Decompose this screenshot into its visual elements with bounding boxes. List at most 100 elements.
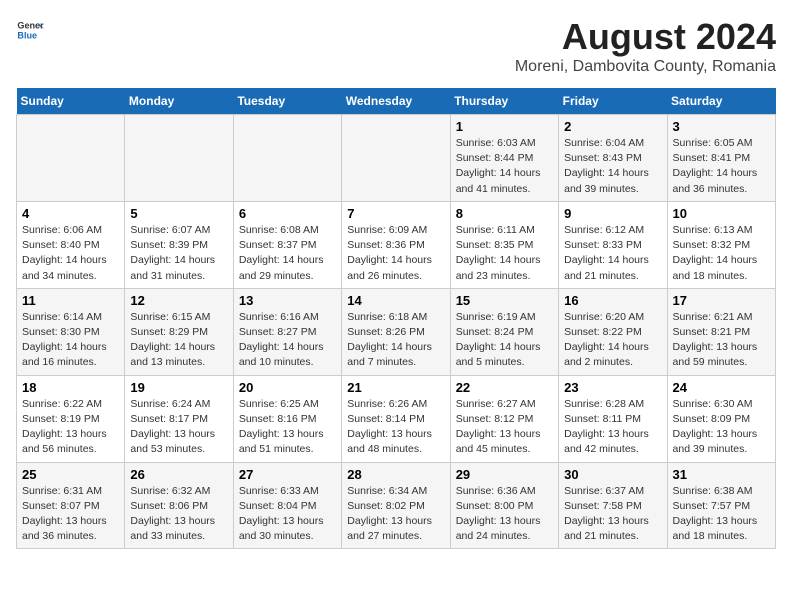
- day-info: Sunrise: 6:15 AM Sunset: 8:29 PM Dayligh…: [130, 310, 227, 371]
- calendar-cell: 31 Sunrise: 6:38 AM Sunset: 7:57 PM Dayli…: [667, 462, 775, 549]
- day-info: Sunrise: 6:04 AM Sunset: 8:43 PM Dayligh…: [564, 136, 661, 197]
- day-number: 2: [564, 119, 661, 134]
- week-row-2: 4 Sunrise: 6:06 AM Sunset: 8:40 PM Daylig…: [17, 201, 776, 288]
- day-info: Sunrise: 6:22 AM Sunset: 8:19 PM Dayligh…: [22, 397, 119, 458]
- calendar-cell: 29 Sunrise: 6:36 AM Sunset: 8:00 PM Dayli…: [450, 462, 558, 549]
- week-row-1: 1 Sunrise: 6:03 AM Sunset: 8:44 PM Daylig…: [17, 115, 776, 202]
- calendar-cell: 2 Sunrise: 6:04 AM Sunset: 8:43 PM Daylig…: [559, 115, 667, 202]
- day-number: 8: [456, 206, 553, 221]
- day-number: 3: [673, 119, 770, 134]
- calendar-cell: 7 Sunrise: 6:09 AM Sunset: 8:36 PM Daylig…: [342, 201, 450, 288]
- day-number: 16: [564, 293, 661, 308]
- calendar-cell: 27Sunrise: 6:33 AM Sunset: 8:04 PM Dayli…: [233, 462, 341, 549]
- day-number: 6: [239, 206, 336, 221]
- day-number: 30: [564, 467, 661, 482]
- calendar-cell: 20 Sunrise: 6:25 AM Sunset: 8:16 PM Dayli…: [233, 375, 341, 462]
- day-number: 1: [456, 119, 553, 134]
- calendar-cell: 30 Sunrise: 6:37 AM Sunset: 7:58 PM Dayli…: [559, 462, 667, 549]
- weekday-header-wednesday: Wednesday: [342, 88, 450, 115]
- calendar-cell: [342, 115, 450, 202]
- calendar-cell: 26Sunrise: 6:32 AM Sunset: 8:06 PM Dayli…: [125, 462, 233, 549]
- day-info: Sunrise: 6:28 AM Sunset: 8:11 PM Dayligh…: [564, 397, 661, 458]
- calendar-cell: 19Sunrise: 6:24 AM Sunset: 8:17 PM Dayli…: [125, 375, 233, 462]
- calendar-cell: 12 Sunrise: 6:15 AM Sunset: 8:29 PM Dayli…: [125, 288, 233, 375]
- day-info: Sunrise: 6:07 AM Sunset: 8:39 PM Dayligh…: [130, 223, 227, 284]
- day-number: 18: [22, 380, 119, 395]
- calendar-table: SundayMondayTuesdayWednesdayThursdayFrid…: [16, 88, 776, 549]
- day-info: Sunrise: 6:08 AM Sunset: 8:37 PM Dayligh…: [239, 223, 336, 284]
- calendar-cell: 16 Sunrise: 6:20 AM Sunset: 8:22 PM Dayli…: [559, 288, 667, 375]
- calendar-cell: 13Sunrise: 6:16 AM Sunset: 8:27 PM Dayli…: [233, 288, 341, 375]
- weekday-header-row: SundayMondayTuesdayWednesdayThursdayFrid…: [17, 88, 776, 115]
- day-info: Sunrise: 6:34 AM Sunset: 8:02 PM Dayligh…: [347, 484, 444, 545]
- calendar-cell: 21Sunrise: 6:26 AM Sunset: 8:14 PM Dayli…: [342, 375, 450, 462]
- logo: General Blue: [16, 16, 44, 44]
- day-number: 31: [673, 467, 770, 482]
- week-row-4: 18 Sunrise: 6:22 AM Sunset: 8:19 PM Dayli…: [17, 375, 776, 462]
- day-number: 28: [347, 467, 444, 482]
- weekday-header-friday: Friday: [559, 88, 667, 115]
- week-row-5: 25Sunrise: 6:31 AM Sunset: 8:07 PM Dayli…: [17, 462, 776, 549]
- day-number: 20: [239, 380, 336, 395]
- day-info: Sunrise: 6:24 AM Sunset: 8:17 PM Dayligh…: [130, 397, 227, 458]
- day-number: 13: [239, 293, 336, 308]
- day-info: Sunrise: 6:14 AM Sunset: 8:30 PM Dayligh…: [22, 310, 119, 371]
- calendar-cell: 22Sunrise: 6:27 AM Sunset: 8:12 PM Dayli…: [450, 375, 558, 462]
- day-info: Sunrise: 6:25 AM Sunset: 8:16 PM Dayligh…: [239, 397, 336, 458]
- day-number: 25: [22, 467, 119, 482]
- day-info: Sunrise: 6:20 AM Sunset: 8:22 PM Dayligh…: [564, 310, 661, 371]
- day-info: Sunrise: 6:18 AM Sunset: 8:26 PM Dayligh…: [347, 310, 444, 371]
- weekday-header-saturday: Saturday: [667, 88, 775, 115]
- weekday-header-sunday: Sunday: [17, 88, 125, 115]
- day-info: Sunrise: 6:26 AM Sunset: 8:14 PM Dayligh…: [347, 397, 444, 458]
- week-row-3: 11 Sunrise: 6:14 AM Sunset: 8:30 PM Dayli…: [17, 288, 776, 375]
- day-info: Sunrise: 6:03 AM Sunset: 8:44 PM Dayligh…: [456, 136, 553, 197]
- day-info: Sunrise: 6:33 AM Sunset: 8:04 PM Dayligh…: [239, 484, 336, 545]
- calendar-cell: 18 Sunrise: 6:22 AM Sunset: 8:19 PM Dayli…: [17, 375, 125, 462]
- day-number: 23: [564, 380, 661, 395]
- day-number: 15: [456, 293, 553, 308]
- day-number: 10: [673, 206, 770, 221]
- calendar-cell: 3 Sunrise: 6:05 AM Sunset: 8:41 PM Daylig…: [667, 115, 775, 202]
- header: General Blue August 2024 Moreni, Dambovi…: [16, 16, 776, 76]
- day-number: 11: [22, 293, 119, 308]
- sub-title: Moreni, Dambovita County, Romania: [515, 58, 776, 76]
- weekday-header-monday: Monday: [125, 88, 233, 115]
- day-number: 17: [673, 293, 770, 308]
- calendar-cell: 23 Sunrise: 6:28 AM Sunset: 8:11 PM Dayli…: [559, 375, 667, 462]
- calendar-cell: 1 Sunrise: 6:03 AM Sunset: 8:44 PM Daylig…: [450, 115, 558, 202]
- title-section: August 2024 Moreni, Dambovita County, Ro…: [515, 16, 776, 76]
- day-number: 22: [456, 380, 553, 395]
- day-number: 4: [22, 206, 119, 221]
- calendar-cell: 5 Sunrise: 6:07 AM Sunset: 8:39 PM Daylig…: [125, 201, 233, 288]
- day-number: 7: [347, 206, 444, 221]
- calendar-cell: 15 Sunrise: 6:19 AM Sunset: 8:24 PM Dayli…: [450, 288, 558, 375]
- main-title: August 2024: [515, 16, 776, 58]
- calendar-cell: 11 Sunrise: 6:14 AM Sunset: 8:30 PM Dayli…: [17, 288, 125, 375]
- day-number: 5: [130, 206, 227, 221]
- day-number: 12: [130, 293, 227, 308]
- day-info: Sunrise: 6:06 AM Sunset: 8:40 PM Dayligh…: [22, 223, 119, 284]
- calendar-cell: 8Sunrise: 6:11 AM Sunset: 8:35 PM Daylig…: [450, 201, 558, 288]
- calendar-cell: 17Sunrise: 6:21 AM Sunset: 8:21 PM Dayli…: [667, 288, 775, 375]
- day-info: Sunrise: 6:13 AM Sunset: 8:32 PM Dayligh…: [673, 223, 770, 284]
- weekday-header-thursday: Thursday: [450, 88, 558, 115]
- day-info: Sunrise: 6:38 AM Sunset: 7:57 PM Dayligh…: [673, 484, 770, 545]
- day-info: Sunrise: 6:37 AM Sunset: 7:58 PM Dayligh…: [564, 484, 661, 545]
- day-number: 29: [456, 467, 553, 482]
- calendar-cell: [125, 115, 233, 202]
- weekday-header-tuesday: Tuesday: [233, 88, 341, 115]
- svg-text:Blue: Blue: [17, 30, 37, 40]
- calendar-cell: 25Sunrise: 6:31 AM Sunset: 8:07 PM Dayli…: [17, 462, 125, 549]
- calendar-cell: 14Sunrise: 6:18 AM Sunset: 8:26 PM Dayli…: [342, 288, 450, 375]
- day-info: Sunrise: 6:12 AM Sunset: 8:33 PM Dayligh…: [564, 223, 661, 284]
- day-number: 24: [673, 380, 770, 395]
- day-info: Sunrise: 6:36 AM Sunset: 8:00 PM Dayligh…: [456, 484, 553, 545]
- day-info: Sunrise: 6:05 AM Sunset: 8:41 PM Dayligh…: [673, 136, 770, 197]
- day-info: Sunrise: 6:09 AM Sunset: 8:36 PM Dayligh…: [347, 223, 444, 284]
- day-number: 26: [130, 467, 227, 482]
- day-info: Sunrise: 6:19 AM Sunset: 8:24 PM Dayligh…: [456, 310, 553, 371]
- calendar-cell: [17, 115, 125, 202]
- day-number: 9: [564, 206, 661, 221]
- calendar-cell: 10 Sunrise: 6:13 AM Sunset: 8:32 PM Dayli…: [667, 201, 775, 288]
